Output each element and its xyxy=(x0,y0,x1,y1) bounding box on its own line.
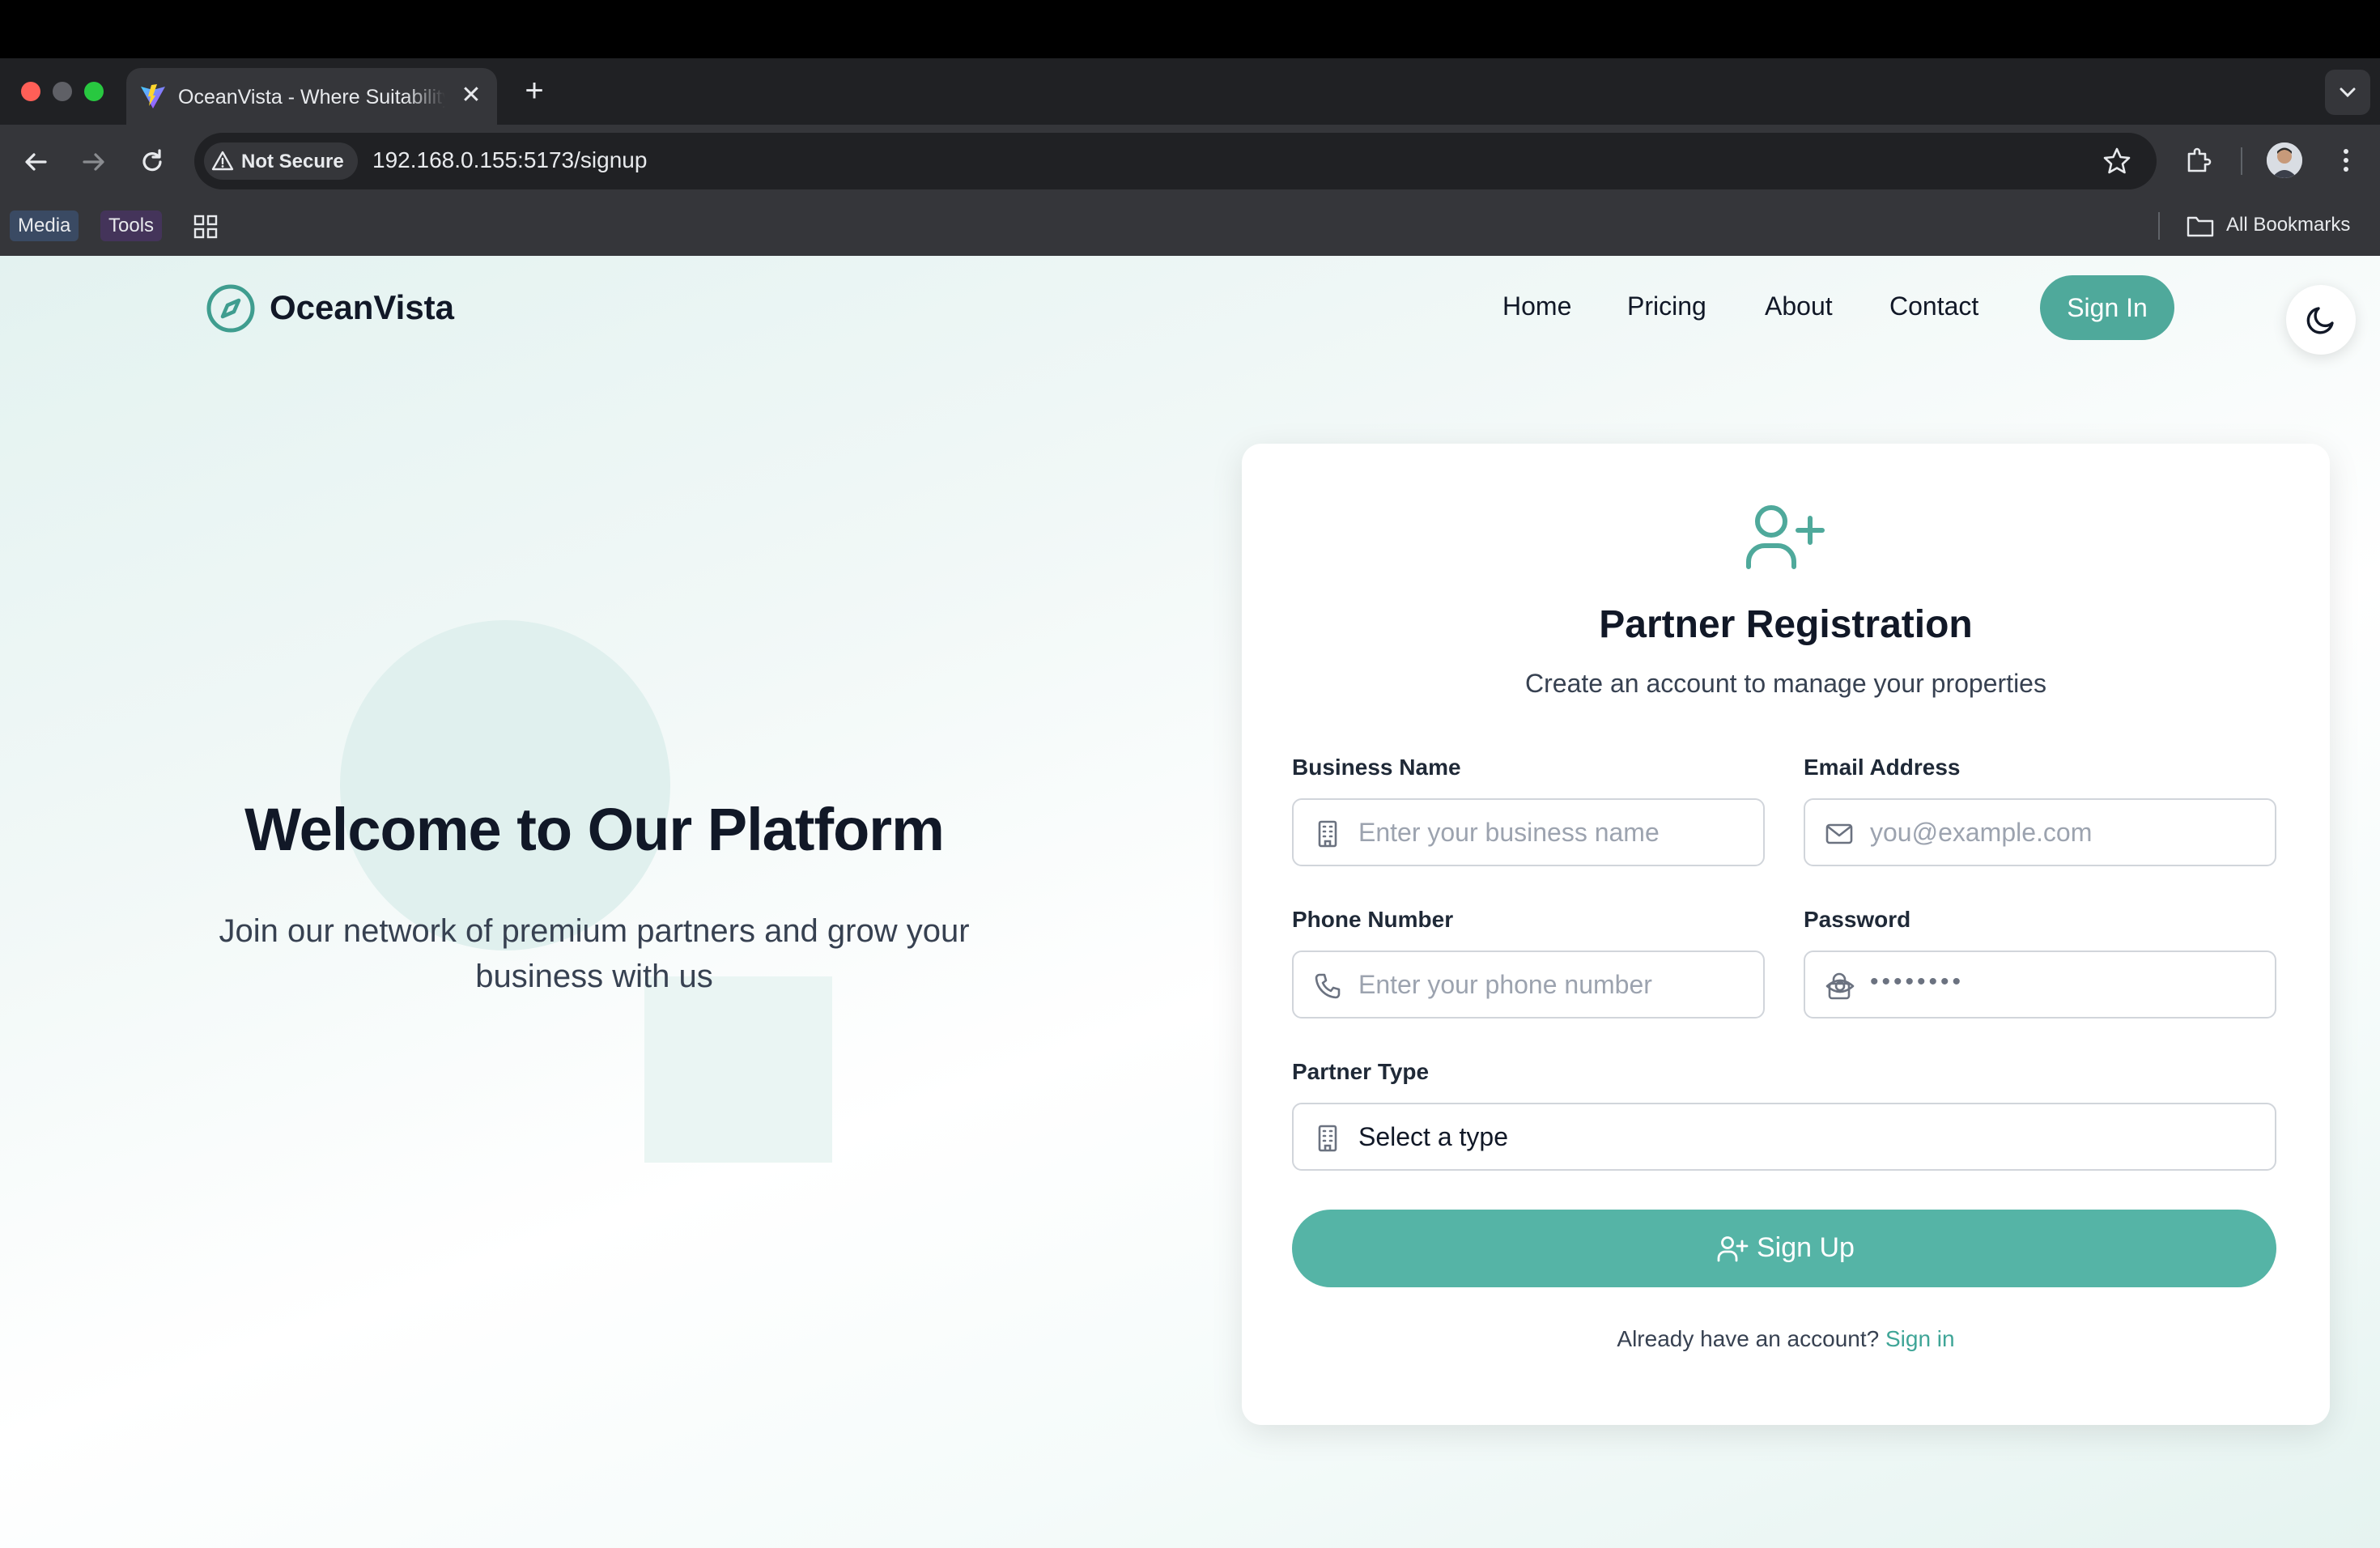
tab-title: OceanVista - Where Suitability xyxy=(178,86,445,108)
email-placeholder: you@example.com xyxy=(1870,818,2093,847)
sign-in-link[interactable]: Sign in xyxy=(1885,1326,1955,1351)
header-sign-in-button[interactable]: Sign In xyxy=(2040,275,2174,340)
all-bookmarks-label[interactable]: All Bookmarks xyxy=(2226,214,2350,236)
reload-icon[interactable] xyxy=(136,146,168,178)
profile-avatar[interactable] xyxy=(2267,142,2302,178)
theme-toggle-button[interactable] xyxy=(2286,285,2356,355)
business-name-field[interactable]: Enter your business name xyxy=(1292,798,1765,866)
tab-close-icon[interactable]: ✕ xyxy=(457,81,486,110)
bookmarks-bar xyxy=(0,198,2380,256)
partner-type-value: Select a type xyxy=(1358,1122,1508,1151)
form-title: Partner Registration xyxy=(1599,603,1973,646)
forward-arrow-icon[interactable] xyxy=(78,146,110,178)
email-field[interactable]: you@example.com xyxy=(1804,798,2276,866)
toolbar-divider xyxy=(2241,147,2242,175)
form-subtitle: Create an account to manage your propert… xyxy=(1525,669,2046,698)
close-window-button[interactable] xyxy=(21,82,40,101)
mail-icon xyxy=(1825,823,1853,844)
partner-type-select[interactable]: Select a type xyxy=(1292,1103,2276,1171)
phone-placeholder: Enter your phone number xyxy=(1358,970,1652,999)
decorative-square xyxy=(644,976,832,1163)
partner-type-label: Partner Type xyxy=(1292,1059,1430,1084)
screen: OceanVista - Where Suitability ✕ + Not S… xyxy=(0,0,2380,1548)
browser-tab-active[interactable]: OceanVista - Where Suitability ✕ xyxy=(126,68,497,125)
hero-title: Welcome to Our Platform xyxy=(244,796,945,863)
business-name-label: Business Name xyxy=(1292,755,1461,780)
warning-triangle-icon xyxy=(211,151,234,171)
security-chip[interactable]: Not Secure xyxy=(204,142,358,180)
folder-icon xyxy=(2187,216,2214,237)
nav-home-link[interactable]: Home xyxy=(1502,291,1571,321)
password-value: •••••••• xyxy=(1870,968,1965,995)
building-icon xyxy=(1318,1125,1337,1152)
signin-prompt-text: Already have an account? xyxy=(1617,1326,1880,1351)
bookmark-star-icon[interactable] xyxy=(2102,146,2132,176)
business-name-placeholder: Enter your business name xyxy=(1358,818,1660,847)
user-plus-icon xyxy=(1746,505,1825,569)
moon-icon xyxy=(2306,307,2334,334)
sign-up-button[interactable]: Sign Up xyxy=(1292,1210,2276,1287)
building-icon xyxy=(1318,820,1337,848)
bookmark-tools[interactable]: Tools xyxy=(100,211,163,241)
brand-name[interactable]: OceanVista xyxy=(270,288,454,327)
password-field[interactable]: •••••••• xyxy=(1804,950,2276,1019)
password-label: Password xyxy=(1804,907,1911,932)
nav-pricing-link[interactable]: Pricing xyxy=(1627,291,1706,321)
bookmarks-divider xyxy=(2158,212,2160,240)
user-plus-icon xyxy=(1717,1236,1749,1262)
hero-subtitle: Join our network of premium partners and… xyxy=(219,913,970,994)
signin-prompt: Already have an account? Sign in xyxy=(1242,1326,2330,1352)
url-text[interactable]: 192.168.0.155:5173/signup xyxy=(372,147,647,173)
new-tab-plus-icon[interactable]: + xyxy=(518,74,550,107)
security-label: Not Secure xyxy=(241,151,344,172)
back-arrow-icon[interactable] xyxy=(19,146,52,178)
maximize-window-button[interactable] xyxy=(84,82,104,101)
vite-favicon-icon xyxy=(141,84,165,108)
eye-icon[interactable] xyxy=(1825,972,1855,1001)
email-label: Email Address xyxy=(1804,755,1961,780)
decorative-circle xyxy=(340,620,670,950)
bookmark-media[interactable]: Media xyxy=(10,211,79,241)
page-viewport: OceanVista Home Pricing About Contact Si… xyxy=(0,256,2380,1548)
extensions-puzzle-icon[interactable] xyxy=(2182,144,2215,176)
browser-menu-kebab-icon[interactable] xyxy=(2330,144,2362,176)
nav-contact-link[interactable]: Contact xyxy=(1889,291,1978,321)
tab-search-chevron-icon[interactable] xyxy=(2325,70,2370,115)
registration-card: Partner Registration Create an account t… xyxy=(1242,444,2330,1425)
apps-grid-icon[interactable] xyxy=(193,214,219,240)
phone-field[interactable]: Enter your phone number xyxy=(1292,950,1765,1019)
menu-bar-area xyxy=(0,0,2380,58)
phone-icon xyxy=(1315,973,1341,999)
nav-about-link[interactable]: About xyxy=(1765,291,1833,321)
sign-up-label: Sign Up xyxy=(1757,1232,1855,1263)
phone-label: Phone Number xyxy=(1292,907,1454,932)
minimize-window-button[interactable] xyxy=(53,82,72,101)
compass-logo-icon[interactable] xyxy=(206,283,256,334)
